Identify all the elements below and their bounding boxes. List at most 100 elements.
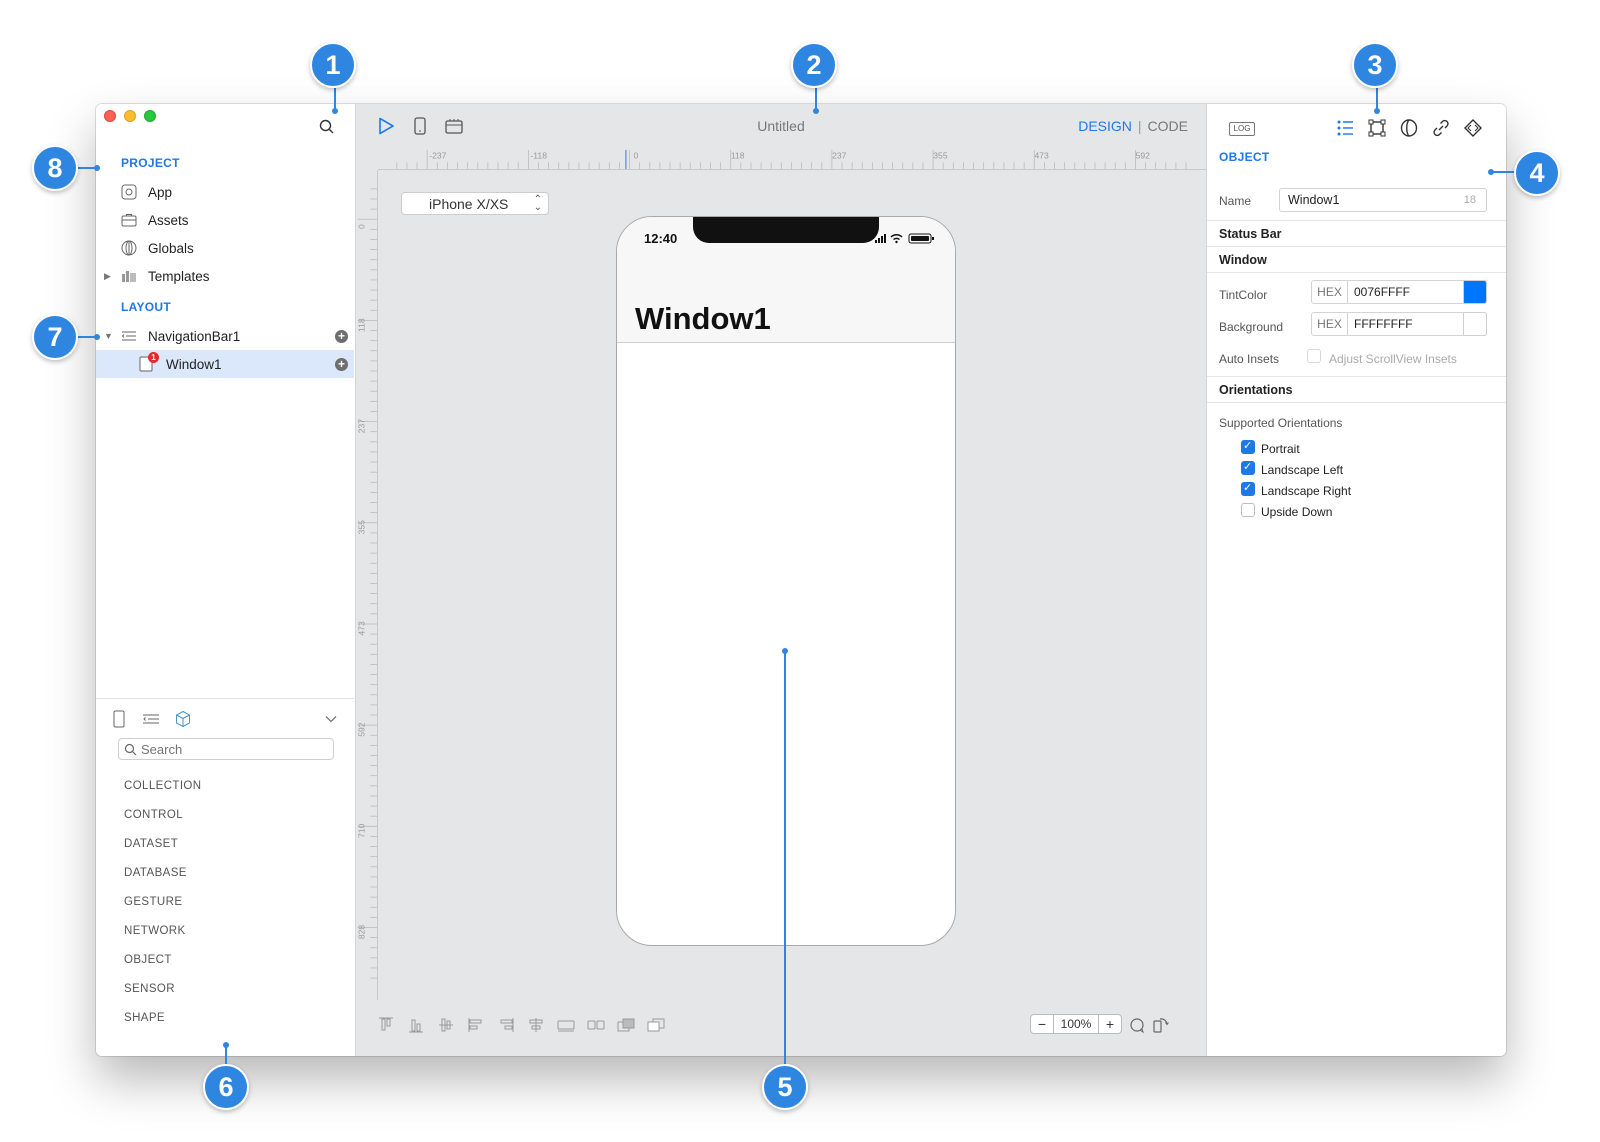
sidebar: PROJECT App Assets Globals ▶ Templates L… <box>96 104 356 1056</box>
layout-item-window1[interactable]: 1 Window1 + <box>96 350 354 378</box>
adjust-scrollview-insets-checkbox[interactable] <box>1307 349 1321 363</box>
theme-icon[interactable] <box>1399 118 1419 138</box>
disclosure-triangle-icon[interactable]: ▶ <box>104 271 111 282</box>
cube-icon[interactable] <box>174 710 192 728</box>
search-icon[interactable] <box>318 118 336 136</box>
layout-item-navigationbar1[interactable]: ▼ NavigationBar1 + <box>96 322 354 350</box>
phone-frame[interactable]: 12:40 Window1 <box>616 216 956 946</box>
sidebar-item-assets[interactable]: Assets <box>96 206 354 234</box>
align-right-icon[interactable] <box>496 1016 516 1034</box>
align-horizontal-center-icon[interactable] <box>526 1016 546 1034</box>
sidebar-item-app[interactable]: App <box>96 178 354 206</box>
horizontal-ruler: -237 -118 0 118 237 355 473 592 <box>378 149 1206 170</box>
mode-switch: DESIGN | CODE <box>1078 118 1188 134</box>
callout-anchor <box>782 648 788 654</box>
signal-icon <box>875 234 886 243</box>
library-category[interactable]: NETWORK <box>124 925 186 937</box>
ruler-label: -118 <box>530 151 547 161</box>
navigation-bar-icon[interactable] <box>142 710 160 728</box>
divider <box>1207 402 1506 403</box>
library-category[interactable]: COLLECTION <box>124 780 202 792</box>
callout-anchor <box>94 334 100 340</box>
align-vertical-center-icon[interactable] <box>436 1016 456 1034</box>
align-left-icon[interactable] <box>466 1016 486 1034</box>
ruler-label: 0 <box>357 224 367 229</box>
battery-icon <box>908 233 934 244</box>
tint-color-field[interactable]: HEX 0076FFFF <box>1311 280 1487 304</box>
bring-forward-icon[interactable] <box>616 1016 636 1034</box>
comment-icon[interactable] <box>1128 1016 1146 1034</box>
callout-anchor <box>1488 169 1494 175</box>
properties-list-icon[interactable] <box>1335 118 1355 138</box>
ruler-label: 0 <box>634 151 639 161</box>
section-orientations[interactable]: Orientations <box>1207 376 1506 402</box>
link-icon[interactable] <box>1431 118 1451 138</box>
zoom-out-button[interactable]: − <box>1031 1015 1053 1033</box>
globe-icon <box>121 240 137 256</box>
distribute-horizontal-icon[interactable] <box>556 1016 576 1034</box>
upside-down-checkbox[interactable] <box>1241 503 1255 517</box>
zoom-in-button[interactable]: + <box>1099 1015 1121 1033</box>
library-category[interactable]: DATASET <box>124 838 178 850</box>
mode-separator: | <box>1137 118 1142 134</box>
send-backward-icon[interactable] <box>646 1016 666 1034</box>
sidebar-item-templates[interactable]: ▶ Templates <box>96 262 354 290</box>
add-child-button[interactable]: + <box>335 329 348 343</box>
name-field[interactable]: Window1 18 <box>1279 188 1487 212</box>
section-status-bar[interactable]: Status Bar <box>1207 220 1506 246</box>
chevron-updown-icon: ⌃ ⌄ <box>533 194 542 213</box>
library-category[interactable]: OBJECT <box>124 954 172 966</box>
landscape-left-checkbox[interactable] <box>1241 460 1255 475</box>
project-heading: PROJECT <box>121 156 180 170</box>
frame-icon[interactable] <box>1367 118 1387 138</box>
app-icon <box>121 184 137 200</box>
inspector-heading: OBJECT <box>1219 150 1270 164</box>
background-color-swatch[interactable] <box>1463 312 1487 336</box>
callout-leader <box>1492 171 1516 173</box>
close-window-button[interactable] <box>104 110 116 122</box>
tint-color-swatch[interactable] <box>1463 280 1487 304</box>
maximize-window-button[interactable] <box>144 110 156 122</box>
landscape-right-checkbox[interactable] <box>1241 481 1255 496</box>
section-window[interactable]: Window <box>1207 246 1506 272</box>
sidebar-item-label: App <box>148 184 173 200</box>
phone-navigation-bar[interactable]: 12:40 Window1 <box>617 217 955 343</box>
library-category[interactable]: SHAPE <box>124 1012 165 1024</box>
minimize-window-button[interactable] <box>124 110 136 122</box>
code-diamond-icon[interactable] <box>1463 118 1483 138</box>
navigation-bar-icon <box>121 331 136 341</box>
align-top-icon[interactable] <box>376 1016 396 1034</box>
library-divider <box>96 698 356 699</box>
zoom-control: − 100% + <box>1030 1014 1122 1034</box>
disclosure-triangle-icon[interactable]: ▼ <box>104 331 113 341</box>
align-bottom-icon[interactable] <box>406 1016 426 1034</box>
distribute-vertical-icon[interactable] <box>586 1016 606 1034</box>
library-category[interactable]: CONTROL <box>124 809 183 821</box>
callout-anchor <box>1374 108 1380 114</box>
portrait-checkbox[interactable] <box>1241 439 1255 454</box>
library-category[interactable]: GESTURE <box>124 896 182 908</box>
divider <box>1207 272 1506 273</box>
log-button[interactable]: LOG <box>1229 122 1255 136</box>
zoom-level[interactable]: 100% <box>1053 1015 1099 1033</box>
library-search-field[interactable] <box>118 738 334 760</box>
search-icon <box>124 743 137 756</box>
sidebar-item-label: Assets <box>148 212 189 228</box>
hex-prefix: HEX <box>1312 281 1348 303</box>
sidebar-item-globals[interactable]: Globals <box>96 234 354 262</box>
design-mode-button[interactable]: DESIGN <box>1078 118 1132 134</box>
layout-heading: LAYOUT <box>121 300 172 314</box>
callout-anchor <box>94 165 100 171</box>
library-search-input[interactable] <box>141 741 321 757</box>
device-icon[interactable] <box>110 710 128 728</box>
library-category[interactable]: SENSOR <box>124 983 175 995</box>
background-color-field[interactable]: HEX FFFFFFFF <box>1311 312 1487 336</box>
code-mode-button[interactable]: CODE <box>1148 118 1188 134</box>
rotate-device-icon[interactable] <box>1152 1016 1170 1034</box>
chevron-down-icon[interactable] <box>324 712 338 726</box>
background-label: Background <box>1219 320 1284 334</box>
library-category[interactable]: DATABASE <box>124 867 187 879</box>
callout-badge: 4 <box>1514 150 1560 196</box>
device-selector[interactable]: iPhone X/XS ⌃ ⌄ <box>401 192 549 215</box>
add-child-button[interactable]: + <box>335 357 348 371</box>
